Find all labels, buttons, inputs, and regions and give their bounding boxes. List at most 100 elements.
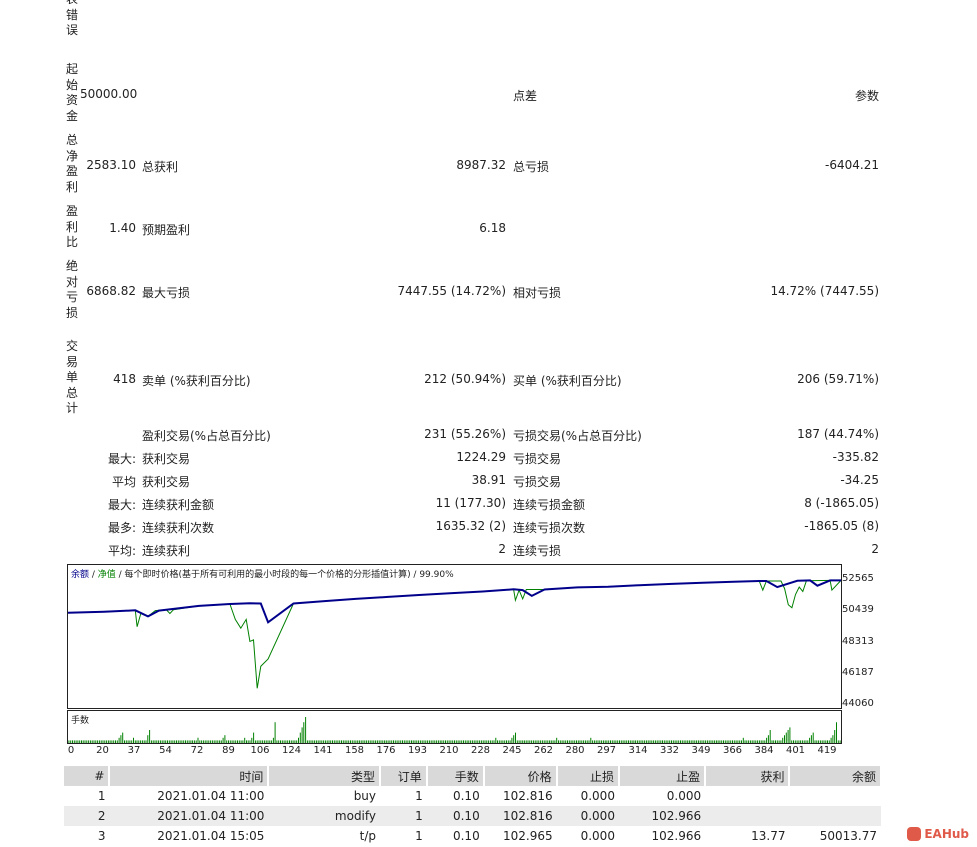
cell-number: 2 bbox=[64, 806, 110, 826]
cell-number: 3 bbox=[97, 829, 106, 843]
x-tick-label: 106 bbox=[250, 745, 270, 756]
x-tick-label: 366 bbox=[722, 745, 743, 756]
cell-balance: 50013.77 bbox=[819, 829, 877, 843]
cell-time: 2021.01.04 15:05 bbox=[157, 829, 265, 843]
cell-tp: 102.966 bbox=[618, 806, 706, 826]
x-tick-label: 297 bbox=[596, 745, 617, 756]
max-drawdown-value: 7447.55 (14.72%) bbox=[397, 284, 506, 298]
x-tick-label: 280 bbox=[565, 745, 585, 756]
total-trades-value: 418 bbox=[113, 372, 136, 386]
max-drawdown-label: 最大亏损 bbox=[142, 286, 191, 300]
x-tick-label: 89 bbox=[222, 745, 235, 756]
relative-drawdown-value: 14.72% (7447.55) bbox=[770, 284, 879, 298]
largest-prefix: 最大: bbox=[107, 452, 136, 466]
long-positions-value: 206 (59.71%) bbox=[797, 372, 879, 386]
avg-consec-wins-label: 连续获利 bbox=[142, 544, 191, 558]
table-row[interactable]: 1 2021.01.04 11:00 buy 1 0.10 102.816 0.… bbox=[64, 786, 881, 806]
average-profit-label: 获利交易 bbox=[142, 475, 191, 489]
table-row[interactable]: 2 2021.01.04 11:00 modify 1 0.10 102.816… bbox=[64, 806, 881, 826]
short-positions-value: 212 (50.94%) bbox=[424, 372, 506, 386]
initial-deposit-value: 50000.00 bbox=[80, 87, 138, 101]
cell-order: 1 bbox=[380, 806, 427, 826]
table-header-row: # 时间 类型 订单 手数 价格 止损 止盈 获利 余额 bbox=[64, 766, 882, 786]
gross-profit-value: 8987.32 bbox=[456, 158, 506, 172]
col-tp[interactable]: 止盈 bbox=[618, 766, 707, 786]
volume-chart: 手数 bbox=[67, 710, 842, 744]
cell-profit: 13.77 bbox=[751, 829, 786, 843]
cell-order: 1 bbox=[415, 789, 423, 803]
col-type[interactable]: 类型 bbox=[268, 766, 382, 786]
x-tick-label: 72 bbox=[190, 745, 204, 756]
expected-payoff-value: 6.18 bbox=[479, 221, 506, 235]
col-order[interactable]: 订单 bbox=[380, 766, 428, 786]
cell-time: 2021.01.04 11:00 bbox=[109, 806, 269, 826]
cell-price: 102.965 bbox=[503, 829, 553, 843]
avg-consec-wins-value: 2 bbox=[498, 542, 506, 556]
avg-consec-loss-label: 连续亏损 bbox=[513, 544, 562, 558]
volume-plot bbox=[68, 717, 841, 743]
average-loss-label: 亏损交易 bbox=[513, 475, 562, 489]
cell-profit bbox=[705, 786, 789, 806]
col-time[interactable]: 时间 bbox=[109, 766, 270, 786]
cell-type: modify bbox=[268, 806, 381, 826]
x-tick-label: 349 bbox=[691, 745, 711, 756]
cell-type: t/p bbox=[359, 829, 377, 843]
cell-balance bbox=[789, 806, 881, 826]
label-absolute-drawdown: 绝对亏损 bbox=[66, 259, 79, 320]
relative-drawdown-label: 相对亏损 bbox=[513, 286, 562, 300]
y-tick-label: 44060 bbox=[842, 698, 874, 709]
x-tick-label: 262 bbox=[533, 745, 554, 756]
y-tick-label: 52565 bbox=[842, 573, 874, 585]
label-profit-factor: 盈利比 bbox=[66, 204, 79, 249]
most-consec-prefix: 最多: bbox=[107, 521, 136, 535]
largest-profit-label: 获利交易 bbox=[142, 452, 191, 466]
long-positions-label: 买单 (%获利百分比) bbox=[513, 374, 622, 388]
profit-factor-value: 1.40 bbox=[109, 221, 136, 235]
col-sl[interactable]: 止损 bbox=[556, 766, 620, 786]
balance-equity-chart: 余额 / 净值 / 每个即时价格(基于所有可利用的最小时段的每一个价格的分形插值… bbox=[67, 564, 842, 709]
trades-table: # 时间 类型 订单 手数 价格 止损 止盈 获利 余额 1 2021.01.0… bbox=[64, 766, 882, 846]
cell-lots: 0.10 bbox=[426, 806, 484, 826]
cell-sl: 0.000 bbox=[580, 829, 615, 843]
x-tick-label: 401 bbox=[785, 745, 806, 756]
y-tick-label: 48313 bbox=[842, 635, 874, 647]
largest-profit-value: 1224.29 bbox=[456, 450, 506, 464]
x-tick-label: 158 bbox=[344, 745, 365, 756]
largest-loss-value: -335.82 bbox=[832, 450, 879, 464]
cell-balance bbox=[789, 786, 881, 806]
largest-loss-label: 亏损交易 bbox=[513, 452, 562, 466]
label-initial-deposit: 起始资金 bbox=[66, 62, 79, 123]
max-consec-prefix: 最大: bbox=[107, 498, 136, 512]
col-price[interactable]: 价格 bbox=[483, 766, 558, 786]
cell-number: 1 bbox=[97, 789, 106, 803]
col-number[interactable]: # bbox=[64, 766, 111, 786]
cell-order: 1 bbox=[415, 829, 423, 843]
parameters-label: 参数 bbox=[854, 89, 879, 103]
net-profit-value: 2583.10 bbox=[86, 158, 136, 172]
table-row[interactable]: 3 2021.01.04 15:05 t/p 1 0.10 102.965 0.… bbox=[64, 826, 881, 846]
col-lots[interactable]: 手数 bbox=[426, 766, 485, 786]
loss-trades-value: 187 (44.74%) bbox=[797, 427, 879, 441]
spread-label: 点差 bbox=[513, 89, 538, 103]
col-profit[interactable]: 获利 bbox=[705, 766, 791, 786]
label-total-net-profit: 总净盈利 bbox=[66, 133, 79, 194]
x-tick-label: 228 bbox=[470, 745, 491, 756]
col-balance[interactable]: 余额 bbox=[789, 766, 882, 786]
balance-line bbox=[68, 579, 841, 624]
cell-time: 2021.01.04 11:00 bbox=[157, 789, 265, 803]
y-tick-label: 46187 bbox=[842, 666, 874, 678]
average-prefix: 平均 bbox=[111, 475, 136, 489]
x-tick-label: 124 bbox=[281, 745, 302, 756]
label-total-trades: 交易单总计 bbox=[66, 339, 79, 415]
chart-plot bbox=[68, 579, 841, 689]
x-tick-label: 176 bbox=[376, 745, 396, 756]
profit-trades-label: 盈利交易(%占总百分比) bbox=[142, 429, 271, 443]
x-tick-label: 314 bbox=[628, 745, 648, 756]
gross-profit-label: 总获利 bbox=[142, 160, 179, 174]
x-tick-label: 332 bbox=[659, 745, 680, 756]
x-tick-label: 384 bbox=[754, 745, 774, 756]
cell-sl: 0.000 bbox=[556, 806, 619, 826]
cell-tp: 102.966 bbox=[651, 829, 702, 843]
y-tick-label: 50439 bbox=[842, 604, 874, 616]
gross-loss-value: -6404.21 bbox=[825, 158, 879, 172]
